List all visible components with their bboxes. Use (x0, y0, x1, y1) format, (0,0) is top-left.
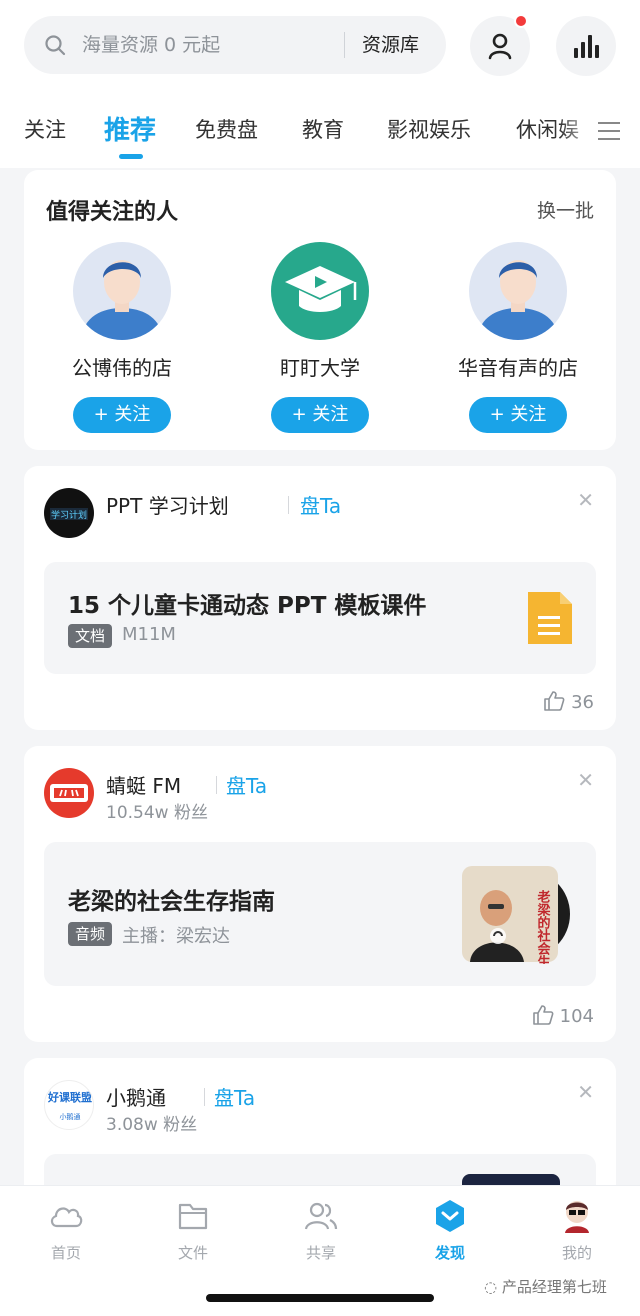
channel-name[interactable]: 蜻蜓 FM (106, 770, 181, 799)
folder-icon (178, 1203, 208, 1230)
category-tabs: 关注 推荐 免费盘 教育 影视娱乐 休闲娱 (0, 92, 640, 168)
close-icon[interactable]: ✕ (577, 1080, 594, 1104)
bar-chart-icon (574, 35, 599, 58)
discover-icon (436, 1200, 464, 1232)
watermark: ◌ 产品经理第七班 (484, 1276, 607, 1297)
avatar-icon (565, 1201, 589, 1233)
like-count: 104 (559, 1006, 594, 1027)
like-button[interactable]: 104 (532, 1004, 594, 1027)
pan-ta-link[interactable]: 盘Ta (226, 770, 267, 799)
tab-education[interactable]: 教育 (302, 114, 344, 144)
tab-follow[interactable]: 关注 (24, 114, 66, 144)
person-name: 盯盯大学 (280, 356, 360, 380)
resource-library-link[interactable]: 资源库 (362, 16, 419, 74)
tab-menu-icon[interactable] (598, 122, 620, 140)
type-tag: 音频 (68, 922, 113, 946)
like-count: 36 (571, 692, 594, 713)
home-indicator (206, 1294, 434, 1302)
nav-discover[interactable]: 发现 (410, 1198, 490, 1263)
nav-label: 首页 (50, 1244, 81, 1262)
nav-me[interactable]: 我的 (537, 1198, 617, 1263)
tab-free-disk[interactable]: 免费盘 (195, 114, 258, 144)
pan-ta-link[interactable]: 盘Ta (214, 1082, 255, 1111)
avatar[interactable] (73, 242, 171, 340)
close-icon[interactable]: ✕ (577, 768, 594, 792)
follow-button[interactable]: + 关注 (271, 397, 369, 433)
thumbs-up-icon (544, 691, 565, 711)
tabs-fade (560, 92, 600, 168)
watermark-text: 产品经理第七班 (501, 1278, 607, 1296)
suggested-person: 盯盯大学 + 关注 (230, 242, 410, 433)
resource-item[interactable]: 15 个儿童卡通动态 PPT 模板课件 文档 M11M (44, 562, 596, 674)
avatar[interactable] (271, 242, 369, 340)
nav-label: 文件 (177, 1244, 208, 1262)
search-bar[interactable]: 海量资源 0 元起 资源库 (24, 16, 446, 74)
section-title: 值得关注的人 (46, 200, 179, 225)
nav-label: 发现 (434, 1244, 465, 1262)
fan-count: 3.08w 粉丝 (106, 1115, 198, 1135)
refresh-batch-button[interactable]: 换一批 (537, 196, 594, 223)
follow-button[interactable]: + 关注 (469, 397, 567, 433)
cover-text: 老梁的社会生存指南 (535, 889, 552, 964)
channel-logo[interactable] (44, 768, 94, 818)
feed-card: 学习计划 PPT 学习计划 盘Ta ✕ 15 个儿童卡通动态 PPT 模板课件 … (24, 466, 616, 730)
document-icon (528, 592, 572, 644)
file-size: M11M (122, 624, 176, 645)
stats-button[interactable] (556, 16, 616, 76)
suggested-person: 华音有声的店 + 关注 (428, 242, 608, 433)
user-icon (488, 33, 512, 60)
active-tab-indicator (119, 154, 143, 159)
avatar[interactable] (469, 242, 567, 340)
nav-home[interactable]: 首页 (26, 1198, 106, 1263)
logo-subtext: 小鹅通 (60, 1112, 81, 1121)
channel-logo[interactable]: 好课联盟 小鹅通 (44, 1080, 94, 1130)
host-name: 主播：梁宏达 (122, 926, 230, 947)
resource-item[interactable]: 老梁的社会生存指南 音频 主播：梁宏达 老梁的社会生存指南 (44, 842, 596, 1008)
person-name: 公博伟的店 (72, 356, 172, 380)
nav-label: 共享 (305, 1244, 336, 1262)
notification-dot (514, 14, 528, 28)
follow-button[interactable]: + 关注 (73, 397, 171, 433)
nav-files[interactable]: 文件 (153, 1198, 233, 1263)
separator (204, 1088, 205, 1106)
cloud-icon (50, 1207, 83, 1228)
nav-label: 我的 (561, 1244, 592, 1262)
channel-logo[interactable]: 学习计划 (44, 488, 94, 538)
like-button[interactable]: 36 (543, 690, 594, 713)
logo-text: 学习计划 (51, 509, 87, 521)
channel-name[interactable]: PPT 学习计划 (106, 490, 229, 519)
top-bar: 海量资源 0 元起 资源库 (0, 0, 640, 92)
thumbs-up-icon (532, 1005, 554, 1025)
pan-ta-link[interactable]: 盘Ta (300, 490, 341, 519)
tab-film-entertainment[interactable]: 影视娱乐 (387, 114, 471, 144)
separator (288, 496, 289, 514)
audio-cover: 老梁的社会生存指南 (462, 864, 572, 1008)
search-placeholder[interactable]: 海量资源 0 元起 (82, 16, 220, 74)
suggested-person: 公博伟的店 + 关注 (32, 242, 212, 433)
search-icon (45, 35, 66, 56)
channel-name[interactable]: 小鹅通 (106, 1082, 166, 1111)
wechat-icon: ◌ (484, 1278, 502, 1296)
feed-card: 蜻蜓 FM 盘Ta 10.54w 粉丝 ✕ 老梁的社会生存指南 音频 主播：梁宏… (24, 746, 616, 1042)
separator (216, 776, 217, 794)
logo-text: 好课联盟 (47, 1090, 92, 1104)
people-icon (304, 1202, 338, 1230)
fan-count: 10.54w 粉丝 (106, 803, 208, 823)
nav-share[interactable]: 共享 (281, 1198, 361, 1263)
tab-recommend[interactable]: 推荐 (104, 110, 156, 147)
person-name: 华音有声的店 (458, 356, 578, 380)
suggested-people-card: 值得关注的人 换一批 公博伟的店 + 关注 盯盯大学 + 关注 华音有声的店 +… (24, 170, 616, 450)
close-icon[interactable]: ✕ (577, 488, 594, 512)
type-tag: 文档 (68, 624, 113, 648)
search-divider (344, 32, 345, 58)
resource-title: 老梁的社会生存指南 (68, 889, 275, 915)
resource-title: 15 个儿童卡通动态 PPT 模板课件 (68, 593, 427, 619)
